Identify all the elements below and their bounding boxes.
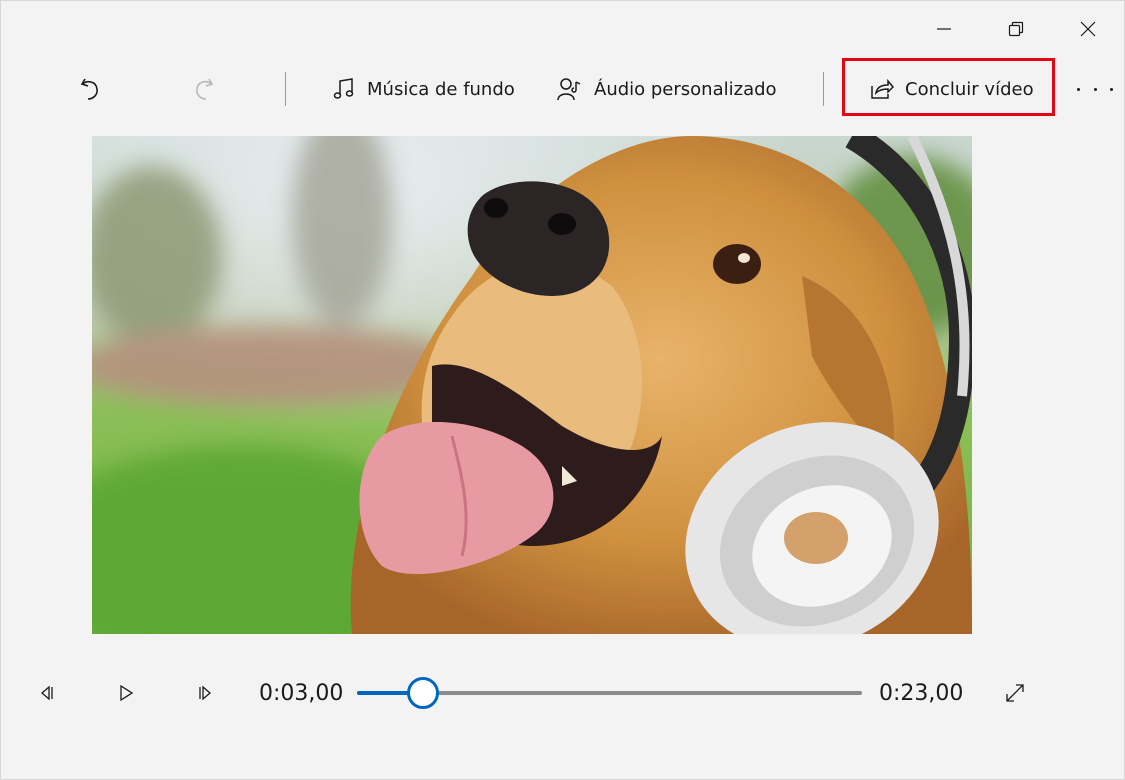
redo-icon [196, 78, 214, 100]
minimize-button[interactable] [908, 9, 980, 49]
restore-button[interactable] [980, 9, 1052, 49]
expand-icon [1006, 684, 1024, 702]
close-icon [1080, 21, 1096, 37]
finish-video-button[interactable]: Concluir vídeo [869, 63, 1034, 115]
previous-frame-icon [41, 685, 53, 701]
minimize-icon [937, 28, 951, 30]
video-editor-window: Música de fundo Áudio personalizado Conc… [0, 0, 1125, 780]
share-icon [871, 78, 895, 99]
video-preview[interactable] [92, 136, 972, 634]
current-time: 0:03,00 [259, 681, 344, 706]
play-button[interactable] [106, 669, 146, 717]
timeline-thumb[interactable] [406, 677, 439, 709]
undo-button[interactable] [71, 69, 111, 109]
custom-audio-label: Áudio personalizado [594, 78, 777, 100]
music-note-icon [333, 78, 354, 99]
custom-audio-icon [557, 78, 581, 101]
finish-video-label: Concluir vídeo [905, 78, 1034, 100]
playback-controls: 0:03,00 0:23,00 [1, 669, 1125, 719]
next-frame-icon [199, 685, 211, 701]
next-frame-button[interactable] [185, 669, 225, 717]
custom-audio-button[interactable]: Áudio personalizado [556, 63, 777, 115]
fullscreen-button[interactable] [995, 669, 1035, 717]
more-icon [1077, 87, 1080, 91]
total-time: 0:23,00 [879, 681, 964, 706]
more-options-button[interactable] [1077, 75, 1113, 103]
video-frame-image [92, 136, 972, 634]
window-caption-buttons [908, 9, 1124, 49]
redo-button[interactable] [183, 69, 223, 109]
timeline-slider[interactable] [357, 677, 862, 709]
background-music-button[interactable]: Música de fundo [331, 63, 515, 115]
undo-icon [80, 78, 98, 100]
background-music-label: Música de fundo [367, 78, 515, 100]
toolbar-separator [823, 72, 824, 106]
restore-icon [1008, 21, 1024, 37]
play-icon [120, 684, 134, 702]
previous-frame-button[interactable] [27, 669, 67, 717]
toolbar-separator [285, 72, 286, 106]
close-button[interactable] [1052, 9, 1124, 49]
editor-toolbar: Música de fundo Áudio personalizado Conc… [1, 58, 1125, 116]
